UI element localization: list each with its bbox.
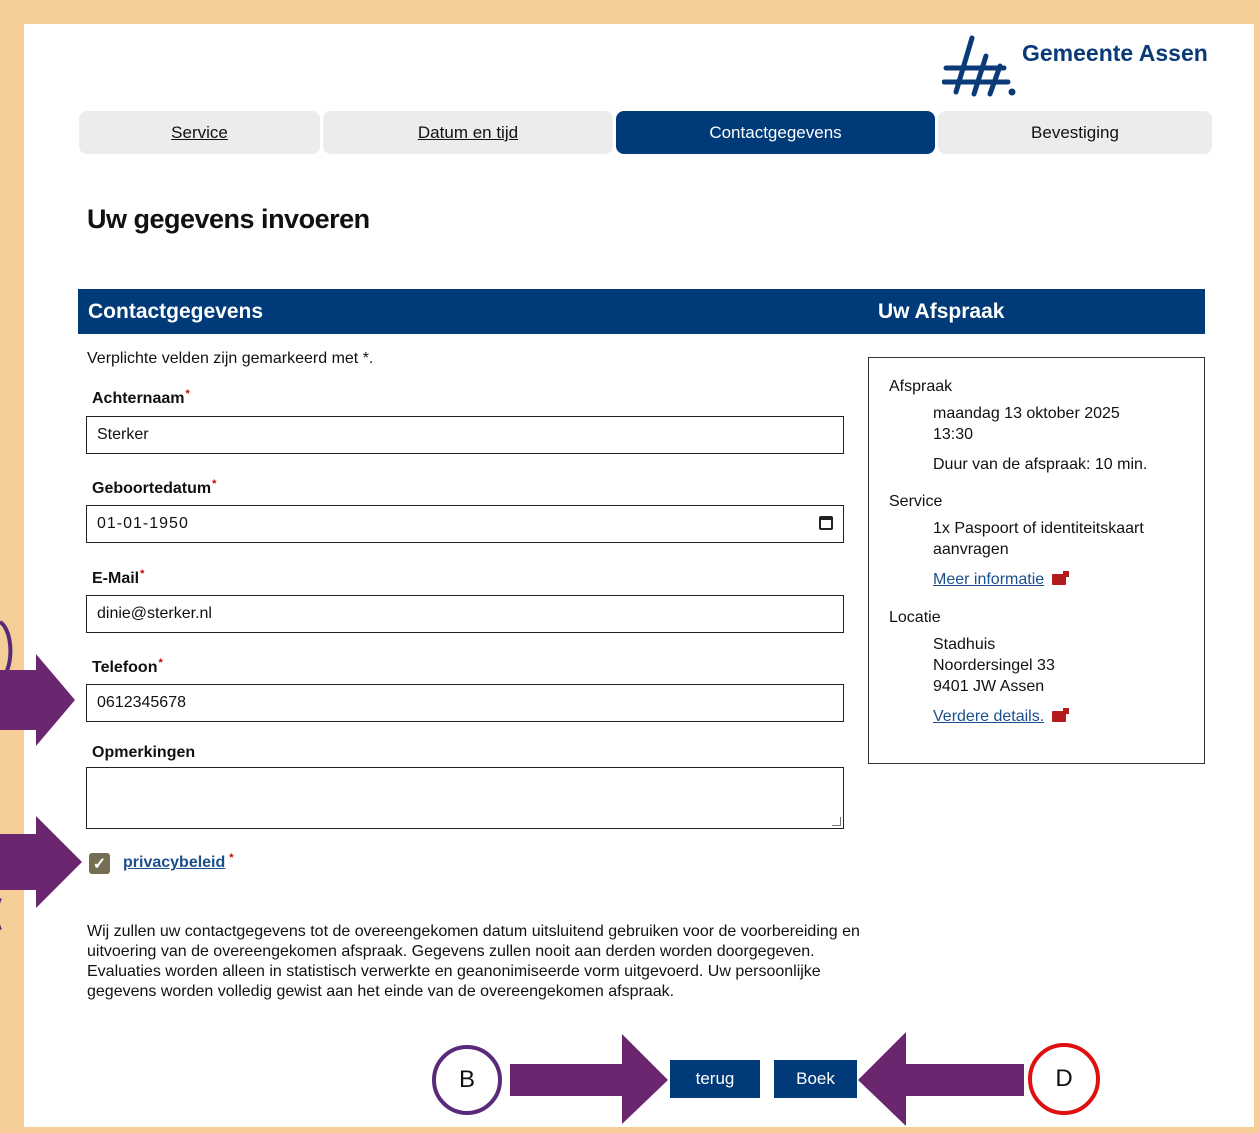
arrow-terug-icon: [510, 1034, 668, 1124]
annotation-overlay: [0, 620, 1024, 1126]
badge-b: B: [432, 1045, 502, 1115]
badge-b-text: B: [458, 1066, 475, 1093]
arrow-boek-icon: [858, 1032, 1024, 1126]
badge-d-text: D: [1055, 1065, 1073, 1092]
badge-d: D: [1028, 1043, 1100, 1115]
arrow-phone-icon: [0, 654, 75, 746]
arrow-checkbox-icon: [0, 816, 82, 908]
